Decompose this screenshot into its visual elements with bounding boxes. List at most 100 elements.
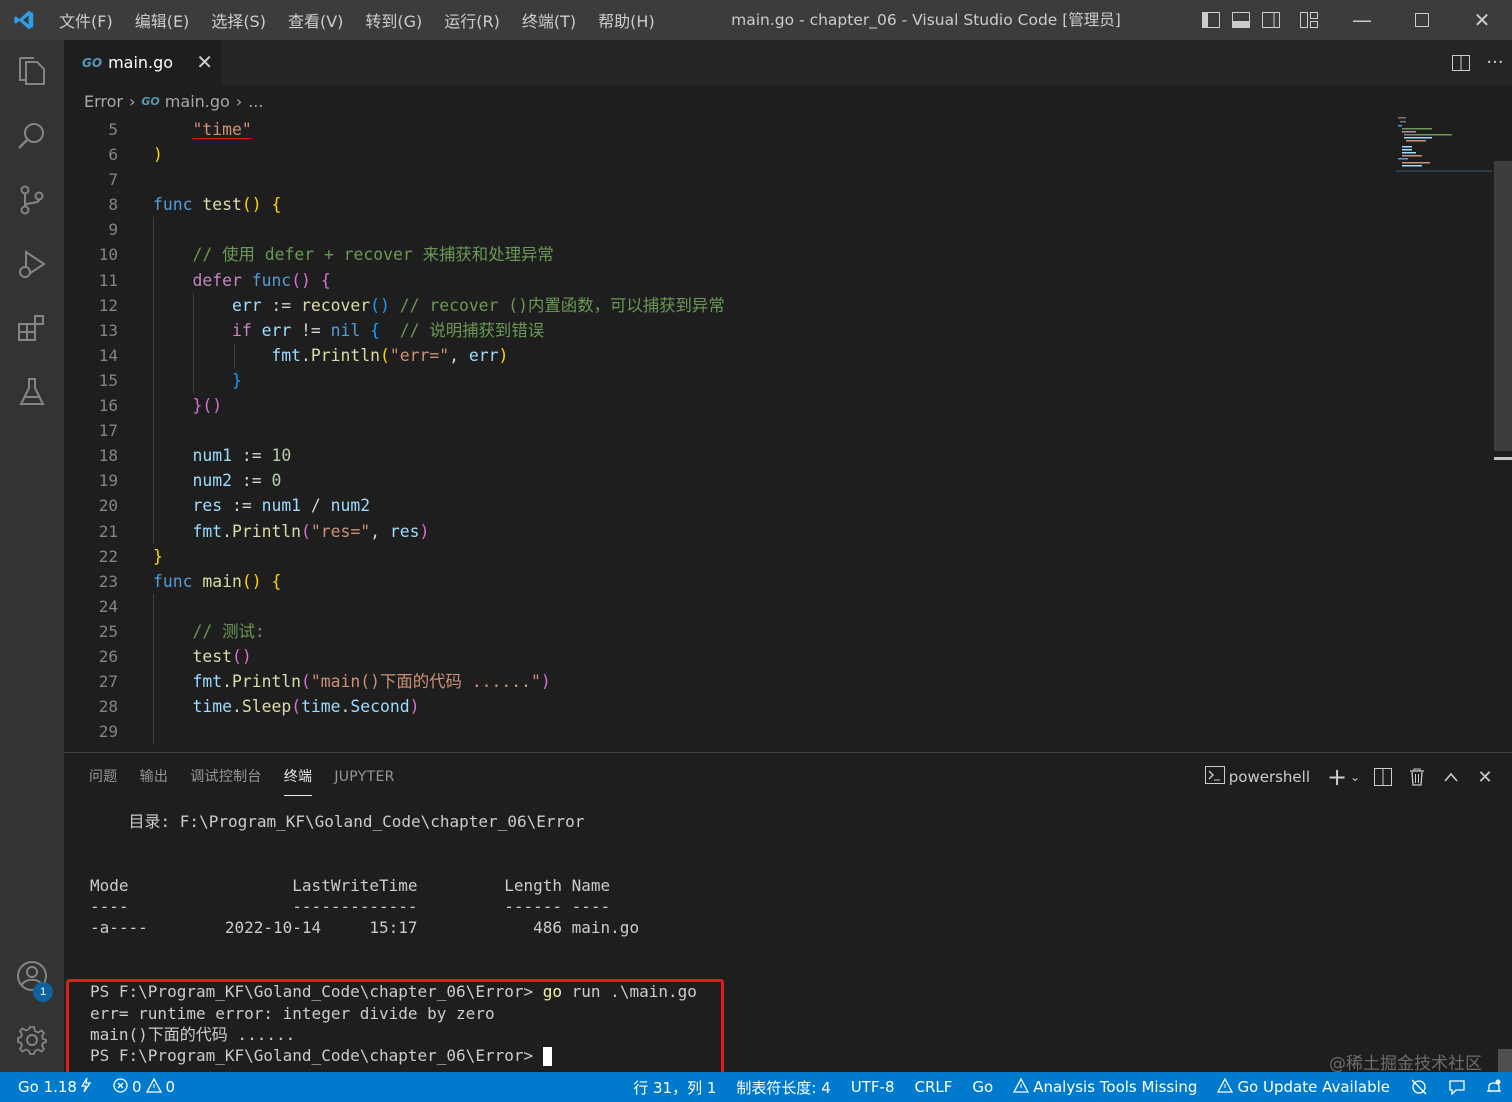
tab-output[interactable]: 输出 bbox=[140, 753, 169, 801]
code-token: func bbox=[153, 195, 193, 215]
run-debug-icon[interactable] bbox=[0, 232, 64, 296]
line-number: 19 bbox=[98, 471, 118, 491]
line-number: 26 bbox=[98, 646, 118, 666]
breadcrumb-file[interactable]: main.go bbox=[165, 92, 230, 111]
menu-terminal[interactable]: 终端(T) bbox=[511, 8, 587, 32]
split-editor-icon[interactable] bbox=[1444, 46, 1478, 80]
menu-run[interactable]: 运行(R) bbox=[433, 8, 511, 32]
close-panel-icon[interactable]: ✕ bbox=[1472, 764, 1498, 790]
extensions-icon[interactable] bbox=[0, 296, 64, 360]
toggle-sidebar-icon[interactable] bbox=[1196, 0, 1226, 40]
code-line: fmt.Println("main()下面的代码 ......") bbox=[153, 669, 1383, 695]
line-number: 16 bbox=[98, 396, 118, 416]
toggle-panel-icon[interactable] bbox=[1226, 0, 1256, 40]
code-token: := bbox=[222, 496, 262, 516]
code-token: if bbox=[231, 320, 252, 340]
minimize-button[interactable]: — bbox=[1332, 0, 1392, 40]
menu-bar: 文件(F) 编辑(E) 选择(S) 查看(V) 转到(G) 运行(R) 终端(T… bbox=[48, 0, 666, 40]
explorer-icon[interactable] bbox=[0, 40, 64, 104]
code-token: 10 bbox=[271, 446, 292, 466]
testing-icon[interactable] bbox=[0, 360, 64, 424]
terminal-line: 目录: F:\Program_KF\Goland_Code\chapter_06… bbox=[90, 812, 585, 831]
chevron-right-icon: › bbox=[129, 91, 136, 111]
line-number: 10 bbox=[98, 245, 118, 265]
tab-main-go[interactable]: GO main.go ✕ bbox=[64, 40, 221, 85]
trash-icon[interactable] bbox=[1404, 764, 1430, 790]
line-number: 5 bbox=[108, 120, 118, 139]
menu-view[interactable]: 查看(V) bbox=[277, 8, 354, 32]
code-line: fmt.Println("err=", err) bbox=[153, 342, 1383, 368]
manage-gear-icon[interactable] bbox=[0, 1008, 64, 1072]
encoding-status[interactable]: UTF-8 bbox=[851, 1078, 895, 1096]
close-window-button[interactable]: ✕ bbox=[1452, 0, 1512, 40]
notifications-bell-icon[interactable] bbox=[1486, 1079, 1502, 1095]
code-token: test bbox=[192, 646, 232, 666]
code-line: err := recover() // recover ()内置函数，可以捕获到… bbox=[153, 292, 1383, 318]
terminal-selector[interactable]: powershell bbox=[1204, 766, 1316, 788]
code-token: res bbox=[192, 496, 223, 516]
menu-selection[interactable]: 选择(S) bbox=[200, 8, 277, 32]
eol-status[interactable]: CRLF bbox=[915, 1078, 953, 1096]
breadcrumb-folder[interactable]: Error bbox=[84, 92, 123, 111]
code-line: fmt.Println("res=", res) bbox=[153, 518, 1383, 544]
minimap[interactable] bbox=[1396, 117, 1492, 172]
feedback-icon[interactable] bbox=[1448, 1079, 1466, 1095]
accounts-badge: 1 bbox=[33, 982, 53, 1002]
warning-icon bbox=[1217, 1077, 1234, 1097]
problems-status[interactable]: 0 0 bbox=[113, 1077, 175, 1097]
split-terminal-icon[interactable] bbox=[1370, 764, 1396, 790]
chevron-down-icon[interactable]: ⌄ bbox=[1348, 764, 1362, 790]
analysis-tools-status[interactable]: Analysis Tools Missing bbox=[1013, 1077, 1198, 1097]
tab-debug-console[interactable]: 调试控制台 bbox=[190, 753, 262, 801]
analysis-tools-label: Analysis Tools Missing bbox=[1033, 1078, 1198, 1096]
menu-help[interactable]: 帮助(H) bbox=[587, 8, 666, 32]
line-number: 27 bbox=[98, 672, 118, 692]
source-control-icon[interactable] bbox=[0, 168, 64, 232]
code-line bbox=[153, 593, 1383, 619]
language-mode-status[interactable]: Go bbox=[972, 1078, 993, 1096]
code-line: "time" bbox=[153, 117, 1383, 142]
code-line: } bbox=[153, 367, 1383, 394]
close-tab-icon[interactable]: ✕ bbox=[196, 50, 213, 74]
indentation-status[interactable]: 制表符长度: 4 bbox=[736, 1077, 830, 1098]
chevron-right-icon: › bbox=[235, 91, 243, 111]
tab-jupyter[interactable]: JUPYTER bbox=[334, 753, 394, 801]
error-count: 0 bbox=[131, 1078, 142, 1096]
go-update-status[interactable]: Go Update Available bbox=[1217, 1077, 1390, 1097]
code-editor[interactable]: 5 6 7 8 9 10 11 12 13 14 15 16 17 18 19 … bbox=[64, 117, 1512, 752]
code-token: defer bbox=[192, 270, 242, 290]
maximize-panel-chevron-up-icon[interactable] bbox=[1438, 764, 1464, 790]
terminal-scrollbar[interactable] bbox=[1498, 1049, 1512, 1073]
code-line: ) bbox=[153, 142, 1383, 167]
maximize-button[interactable] bbox=[1392, 0, 1452, 40]
customize-layout-icon[interactable] bbox=[1294, 0, 1324, 40]
code-token: fmt bbox=[192, 672, 223, 692]
search-icon[interactable] bbox=[0, 104, 64, 168]
editor-scrollbar[interactable] bbox=[1494, 161, 1512, 451]
menu-file[interactable]: 文件(F) bbox=[48, 8, 124, 32]
menu-go[interactable]: 转到(G) bbox=[354, 8, 433, 32]
breadcrumb-more[interactable]: ... bbox=[248, 92, 263, 111]
lightning-icon bbox=[80, 1077, 92, 1096]
tab-problems[interactable]: 问题 bbox=[89, 753, 118, 801]
code-token: () { bbox=[241, 571, 282, 591]
more-actions-icon[interactable]: ··· bbox=[1478, 46, 1512, 80]
vscode-logo-icon bbox=[0, 0, 48, 40]
code-token: num1 bbox=[192, 446, 232, 466]
line-number: 29 bbox=[98, 722, 118, 742]
cursor-position-status[interactable]: 行 31，列 1 bbox=[633, 1077, 716, 1098]
code-token: Println bbox=[231, 521, 302, 541]
code-line bbox=[153, 719, 1383, 745]
live-share-off-icon[interactable] bbox=[1410, 1079, 1428, 1095]
go-version-status[interactable]: Go 1.18 bbox=[18, 1077, 92, 1096]
toggle-secondary-sidebar-icon[interactable] bbox=[1256, 0, 1286, 40]
line-number: 9 bbox=[108, 220, 118, 240]
line-number: 14 bbox=[98, 345, 118, 365]
accounts-icon[interactable]: 1 bbox=[0, 944, 64, 1008]
tab-terminal[interactable]: 终端 bbox=[283, 753, 313, 801]
menu-edit[interactable]: 编辑(E) bbox=[124, 8, 201, 32]
new-terminal-plus-icon[interactable]: + bbox=[1324, 763, 1350, 791]
code-token: fmt bbox=[192, 521, 223, 541]
code-token: recover bbox=[301, 295, 371, 315]
